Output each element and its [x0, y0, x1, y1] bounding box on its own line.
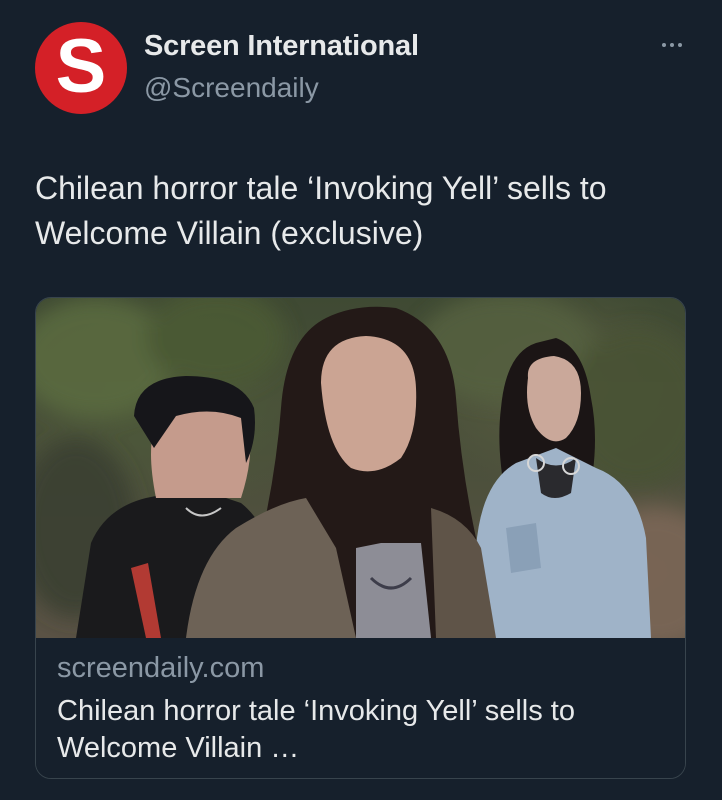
link-card[interactable]: screendaily.com Chilean horror tale ‘Inv…	[35, 297, 686, 779]
card-photo	[36, 298, 685, 638]
more-dots-icon	[670, 43, 674, 47]
user-handle[interactable]: @Screendaily	[144, 72, 319, 104]
avatar-logo-letter: S	[55, 24, 107, 109]
display-name[interactable]: Screen International	[144, 30, 419, 63]
card-image[interactable]	[36, 298, 685, 638]
more-dots-icon	[662, 43, 666, 47]
card-title: Chilean horror tale ‘Invoking Yell’ sell…	[57, 695, 575, 764]
avatar[interactable]: S	[35, 22, 127, 114]
tweet-text: Chilean horror tale ‘Invoking Yell’ sell…	[35, 170, 607, 251]
card-footer[interactable]: screendaily.com Chilean horror tale ‘Inv…	[36, 638, 685, 778]
tweet: S Screen International @Screendaily Chil…	[0, 0, 722, 800]
more-options-button[interactable]	[652, 32, 692, 58]
more-dots-icon	[678, 43, 682, 47]
card-domain: screendaily.com	[57, 652, 265, 684]
